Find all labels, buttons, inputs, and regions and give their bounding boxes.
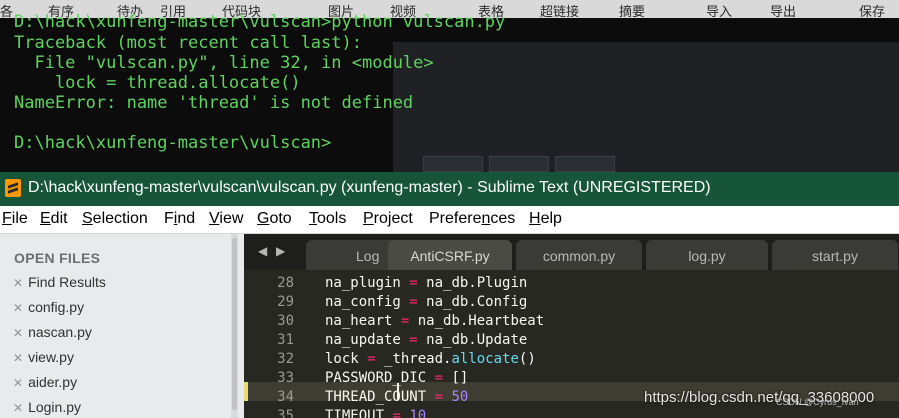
- menu-selection[interactable]: Selection: [82, 210, 148, 228]
- tab-bar: ◀ ▶ Log AntiCSRF.py common.py log.py sta…: [244, 234, 899, 270]
- menu-view[interactable]: View: [209, 210, 243, 228]
- line-number: 28: [277, 275, 294, 291]
- sublime-text-icon: [5, 179, 21, 197]
- file-name: view.py: [28, 349, 74, 365]
- console-line: Traceback (most recent call last):: [14, 33, 362, 53]
- open-file-item[interactable]: ✕ nascan.py: [13, 324, 92, 346]
- close-icon[interactable]: ✕: [13, 401, 23, 415]
- toolbar-item: 各: [0, 5, 14, 18]
- code-line[interactable]: na_heart = na_db.Heartbeat: [325, 312, 544, 331]
- menu-tools[interactable]: Tools: [309, 210, 346, 228]
- code-line[interactable]: na_config = na_db.Config: [325, 293, 527, 312]
- window-title-bar[interactable]: D:\hack\xunfeng-master\vulscan\vulscan.p…: [0, 172, 899, 206]
- tab-log-py[interactable]: log.py: [646, 240, 768, 270]
- close-icon[interactable]: ✕: [13, 376, 23, 390]
- line-number: 31: [277, 332, 294, 348]
- tab-label: common.py: [542, 248, 616, 264]
- file-name: nascan.py: [28, 324, 92, 340]
- menu-edit[interactable]: Edit: [40, 210, 68, 228]
- console-line: lock = thread.allocate(): [14, 73, 301, 93]
- line-number: 32: [277, 351, 294, 367]
- file-name: Find Results: [28, 274, 106, 290]
- open-file-item[interactable]: ✕ config.py: [13, 299, 84, 321]
- open-file-item[interactable]: ✕ aider.py: [13, 374, 77, 396]
- open-file-item[interactable]: ✕ Find Results: [13, 274, 106, 296]
- tab-label: AntiCSRF.py: [410, 248, 490, 264]
- tab-scroll-right-icon[interactable]: ▶: [276, 244, 285, 258]
- code-line[interactable]: TIMEOUT = 10: [325, 407, 426, 418]
- menu-find[interactable]: Find: [164, 210, 195, 228]
- sidebar-scrollbar-thumb[interactable]: [232, 238, 237, 410]
- tab-start[interactable]: start.py: [772, 240, 898, 270]
- watermark-label: CSDN @Cyrus_Ivan: [776, 397, 859, 407]
- text-caret: [397, 383, 399, 400]
- close-icon[interactable]: ✕: [13, 326, 23, 340]
- console-prompt[interactable]: D:\hack\xunfeng-master\vulscan>: [14, 133, 331, 153]
- menu-goto[interactable]: Goto: [257, 210, 292, 228]
- console-line: NameError: name 'thread' is not defined: [14, 93, 414, 113]
- faint-tab: [489, 156, 549, 172]
- open-file-item[interactable]: ✕ Login.py: [13, 399, 81, 418]
- file-name: config.py: [28, 299, 85, 315]
- line-number: 30: [277, 313, 294, 329]
- sidebar: OPEN FILES ✕ Find Results ✕ config.py ✕ nas…: [0, 234, 244, 418]
- console-line: File "vulscan.py", line 32, in <module>: [14, 53, 434, 73]
- window-title: D:\hack\xunfeng-master\vulscan\vulscan.p…: [28, 179, 711, 196]
- toolbar-item: 超链接: [540, 5, 580, 18]
- faint-text-line: [393, 50, 899, 60]
- tab-anticsrf[interactable]: AntiCSRF.py: [388, 240, 512, 270]
- menu-file[interactable]: File: [2, 210, 28, 228]
- toolbar-item: 导入: [706, 5, 733, 18]
- toolbar-item: 导出: [770, 5, 797, 18]
- close-icon[interactable]: ✕: [13, 276, 23, 290]
- code-line[interactable]: na_plugin = na_db.Plugin: [325, 274, 527, 293]
- close-icon[interactable]: ✕: [13, 351, 23, 365]
- code-line[interactable]: na_update = na_db.Update: [325, 331, 527, 350]
- background-faint-editor: [393, 42, 899, 172]
- menu-bar: File Edit Selection Find View Goto Tools…: [0, 206, 899, 234]
- faint-tab: [423, 156, 483, 172]
- line-number: 33: [277, 370, 294, 386]
- console-window: 各 有序 待办 引用 代码块 图片 视频 表格 超链接 摘要 导入 导出 保存 …: [0, 0, 899, 172]
- tab-common[interactable]: common.py: [516, 240, 642, 270]
- file-name: Login.py: [28, 399, 81, 415]
- line-number: 34: [277, 389, 294, 405]
- menu-preferences[interactable]: Preferences: [429, 210, 515, 228]
- tab-scroll-left-icon[interactable]: ◀: [258, 244, 267, 258]
- modified-line-marker: [244, 382, 248, 401]
- console-line: D:\hack\xunfeng-master\vulscan>python vu…: [14, 12, 506, 32]
- line-number: 29: [277, 294, 294, 310]
- code-line[interactable]: lock = _thread.allocate(): [325, 350, 536, 369]
- tab-label: Log: [356, 248, 380, 264]
- menu-help[interactable]: Help: [529, 210, 562, 228]
- open-files-heading: OPEN FILES: [14, 250, 101, 266]
- toolbar-item: 保存: [859, 5, 886, 18]
- file-name: aider.py: [28, 374, 78, 390]
- open-file-item[interactable]: ✕ view.py: [13, 349, 74, 371]
- toolbar-item: 摘要: [619, 5, 646, 18]
- line-number: 35: [277, 408, 294, 418]
- tab-label: start.py: [812, 248, 858, 264]
- tab-label: log.py: [688, 248, 726, 264]
- menu-project[interactable]: Project: [363, 210, 413, 228]
- close-icon[interactable]: ✕: [13, 301, 23, 315]
- faint-tab: [555, 156, 615, 172]
